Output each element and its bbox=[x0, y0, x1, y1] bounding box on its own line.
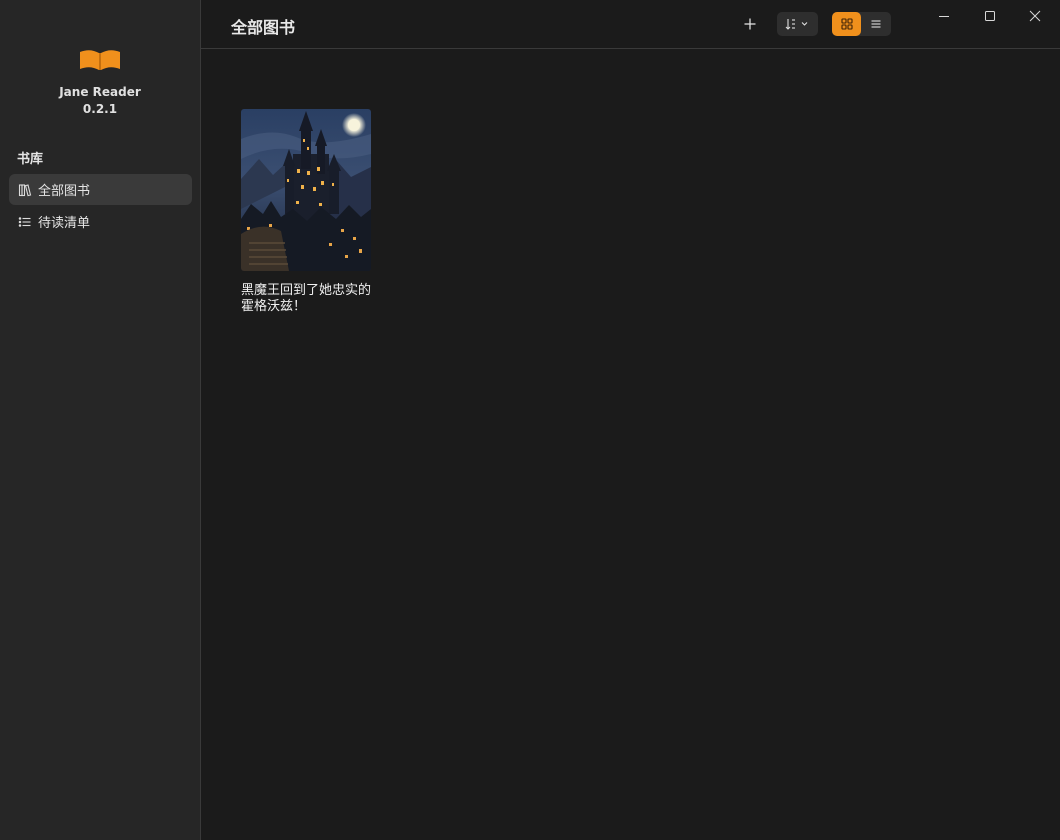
grid-icon bbox=[840, 18, 853, 30]
chevron-down-icon bbox=[801, 22, 807, 26]
plus-icon bbox=[744, 18, 756, 30]
book-title: 黑魔王回到了她忠实的霍格沃兹！ bbox=[241, 283, 372, 314]
maximize-icon bbox=[985, 11, 995, 21]
grid-view-button[interactable] bbox=[832, 12, 861, 36]
sidebar-item-all-books[interactable]: 全部图书 bbox=[9, 174, 192, 205]
bookshelf-icon bbox=[18, 183, 32, 197]
minimize-button[interactable] bbox=[921, 4, 967, 28]
list-view-button[interactable] bbox=[861, 12, 890, 36]
minimize-icon bbox=[939, 16, 949, 17]
sidebar-item-label: 待读清单 bbox=[38, 216, 91, 231]
add-book-button[interactable] bbox=[738, 12, 762, 36]
page-title: 全部图书 bbox=[231, 18, 296, 37]
sidebar: Jane Reader 0.2.1 书库 全部图书 待读清单 bbox=[0, 0, 201, 840]
sidebar-item-reading-list[interactable]: 待读清单 bbox=[9, 206, 192, 237]
list-icon bbox=[18, 215, 32, 229]
book-cover-image bbox=[241, 109, 371, 271]
list-icon bbox=[871, 20, 880, 28]
maximize-button[interactable] bbox=[967, 4, 1013, 28]
library-section-label: 书库 bbox=[17, 152, 44, 167]
sort-button[interactable] bbox=[777, 12, 818, 36]
app-logo bbox=[0, 46, 200, 72]
book-card[interactable]: 黑魔王回到了她忠实的霍格沃兹！ bbox=[241, 109, 371, 315]
close-icon bbox=[1029, 10, 1041, 22]
open-book-icon bbox=[80, 50, 120, 70]
close-button[interactable] bbox=[1012, 4, 1058, 28]
view-mode-toggle bbox=[832, 12, 891, 36]
top-bar: 全部图书 bbox=[201, 0, 1060, 49]
app-name: Jane Reader bbox=[59, 85, 141, 99]
sidebar-item-label: 全部图书 bbox=[38, 184, 91, 199]
app-window: Jane Reader 0.2.1 书库 全部图书 待读清单 全部图书 黑魔王回… bbox=[0, 0, 1060, 840]
sort-icon bbox=[785, 19, 807, 30]
app-version: 0.2.1 bbox=[82, 102, 118, 116]
